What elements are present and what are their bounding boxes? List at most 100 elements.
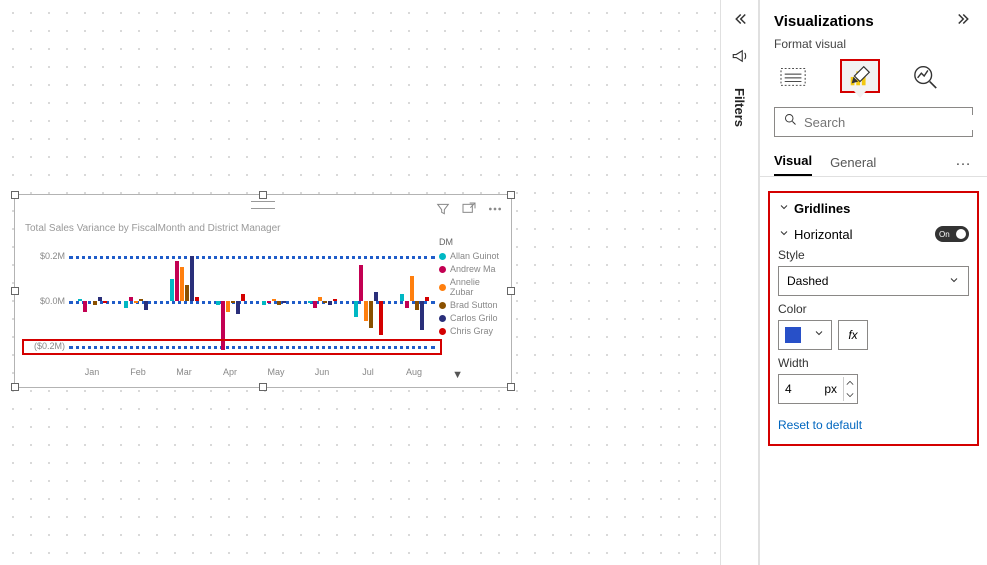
resize-handle[interactable] [11, 287, 19, 295]
chart-bar[interactable] [83, 301, 87, 312]
resize-handle[interactable] [507, 383, 515, 391]
collapse-chevron-icon[interactable] [955, 10, 973, 33]
chart-bar[interactable] [98, 297, 102, 301]
color-label: Color [778, 302, 969, 316]
chart-bar[interactable] [359, 265, 363, 301]
legend-swatch [439, 266, 446, 273]
chart-bar[interactable] [420, 301, 424, 330]
chart-bar[interactable] [415, 301, 419, 310]
chevron-down-icon[interactable] [778, 227, 790, 242]
x-tick-label: Jan [85, 367, 100, 377]
legend-item[interactable]: Allan Guinot [439, 251, 505, 261]
chart-bar[interactable] [313, 301, 317, 308]
resize-handle[interactable] [507, 287, 515, 295]
chart-bar[interactable] [379, 301, 383, 335]
x-tick-label: Apr [223, 367, 237, 377]
tab-more-icon[interactable]: … [955, 152, 973, 176]
analytics-tab[interactable] [906, 59, 946, 93]
chart-bar[interactable] [170, 279, 174, 301]
more-options-icon[interactable] [487, 201, 503, 222]
chart-bar[interactable] [323, 301, 327, 303]
chart-bar[interactable] [328, 301, 332, 305]
chevron-down-icon[interactable] [778, 201, 790, 216]
expand-chevron-icon[interactable] [731, 10, 749, 33]
legend-item[interactable]: Brad Sutton [439, 300, 505, 310]
width-spinner[interactable]: 4 px [778, 374, 858, 404]
legend-item[interactable]: Andrew Ma [439, 264, 505, 274]
chart-bar[interactable] [400, 294, 404, 301]
gridlines-section: Gridlines Horizontal On Style Dashed Col… [768, 191, 979, 446]
chart-bar[interactable] [216, 301, 220, 305]
chart-bar[interactable] [185, 285, 189, 301]
search-box[interactable] [774, 107, 973, 137]
spinner-up-icon[interactable] [844, 377, 855, 389]
tab-general[interactable]: General [830, 149, 876, 176]
build-visual-tab[interactable] [774, 59, 814, 93]
chart-bar[interactable] [124, 301, 128, 308]
resize-handle[interactable] [259, 191, 267, 199]
focus-mode-icon[interactable] [461, 201, 477, 222]
resize-handle[interactable] [11, 383, 19, 391]
resize-handle[interactable] [11, 191, 19, 199]
chart-bar[interactable] [241, 294, 245, 301]
x-tick-label: May [267, 367, 284, 377]
visual-container[interactable]: Total Sales Variance by FiscalMonth and … [14, 194, 512, 388]
horizontal-toggle[interactable]: On [935, 226, 969, 242]
chart-bar[interactable] [93, 301, 97, 305]
drag-grip-icon[interactable] [251, 201, 275, 209]
report-canvas[interactable]: Total Sales Variance by FiscalMonth and … [0, 0, 721, 565]
reset-to-default-link[interactable]: Reset to default [778, 418, 862, 432]
chart-bar[interactable] [425, 297, 429, 301]
chart-bar[interactable] [333, 299, 337, 301]
fx-button[interactable]: fx [838, 320, 868, 350]
chart-bar[interactable] [364, 301, 368, 321]
chart-bar[interactable] [374, 292, 378, 301]
chart-bar[interactable] [277, 301, 281, 305]
legend-swatch [439, 302, 446, 309]
chart-bar[interactable] [226, 301, 230, 312]
chart-bar[interactable] [262, 301, 266, 305]
legend-item[interactable]: Chris Gray [439, 326, 505, 336]
chart-bar[interactable] [134, 301, 138, 303]
chart-bar[interactable] [369, 301, 373, 328]
chart-bar[interactable] [195, 297, 199, 301]
chart-bar[interactable] [180, 267, 184, 301]
filter-icon[interactable] [435, 201, 451, 222]
style-dropdown[interactable]: Dashed [778, 266, 969, 296]
spinner-down-icon[interactable] [844, 389, 855, 401]
chart-bar[interactable] [231, 301, 235, 303]
chart-bar[interactable] [78, 299, 82, 301]
chart-bar[interactable] [354, 301, 358, 317]
legend-pager-icon[interactable]: ▼ [452, 369, 463, 381]
chart-bars [69, 245, 435, 361]
chart-bar[interactable] [308, 301, 312, 303]
chart-bar[interactable] [272, 299, 276, 301]
resize-handle[interactable] [507, 191, 515, 199]
chart-bar[interactable] [267, 301, 271, 303]
legend-label: Annelie Zubar [450, 277, 505, 297]
chart-bar[interactable] [282, 301, 286, 303]
search-input[interactable] [804, 115, 980, 130]
chart-bar[interactable] [318, 297, 322, 301]
legend-item[interactable]: Annelie Zubar [439, 277, 505, 297]
chart-bar[interactable] [103, 301, 107, 303]
tab-visual[interactable]: Visual [774, 147, 812, 176]
resize-handle[interactable] [259, 383, 267, 391]
chart-bar[interactable] [129, 297, 133, 301]
width-unit: px [824, 382, 837, 396]
pane-subtitle: Format visual [760, 37, 987, 53]
chart-bar[interactable] [144, 301, 148, 310]
chart-bar[interactable] [175, 261, 179, 301]
megaphone-icon[interactable] [731, 47, 749, 70]
legend-title: DM [439, 237, 505, 247]
chart-bar[interactable] [139, 299, 143, 301]
chart-bar[interactable] [190, 256, 194, 301]
chart-bar[interactable] [405, 301, 409, 308]
filters-label[interactable]: Filters [732, 88, 747, 127]
color-picker[interactable] [778, 320, 832, 350]
chart-bar[interactable] [221, 301, 225, 350]
format-visual-tab[interactable] [840, 59, 880, 93]
chart-bar[interactable] [236, 301, 240, 314]
legend-item[interactable]: Carlos Grilo [439, 313, 505, 323]
chart-bar[interactable] [410, 276, 414, 301]
